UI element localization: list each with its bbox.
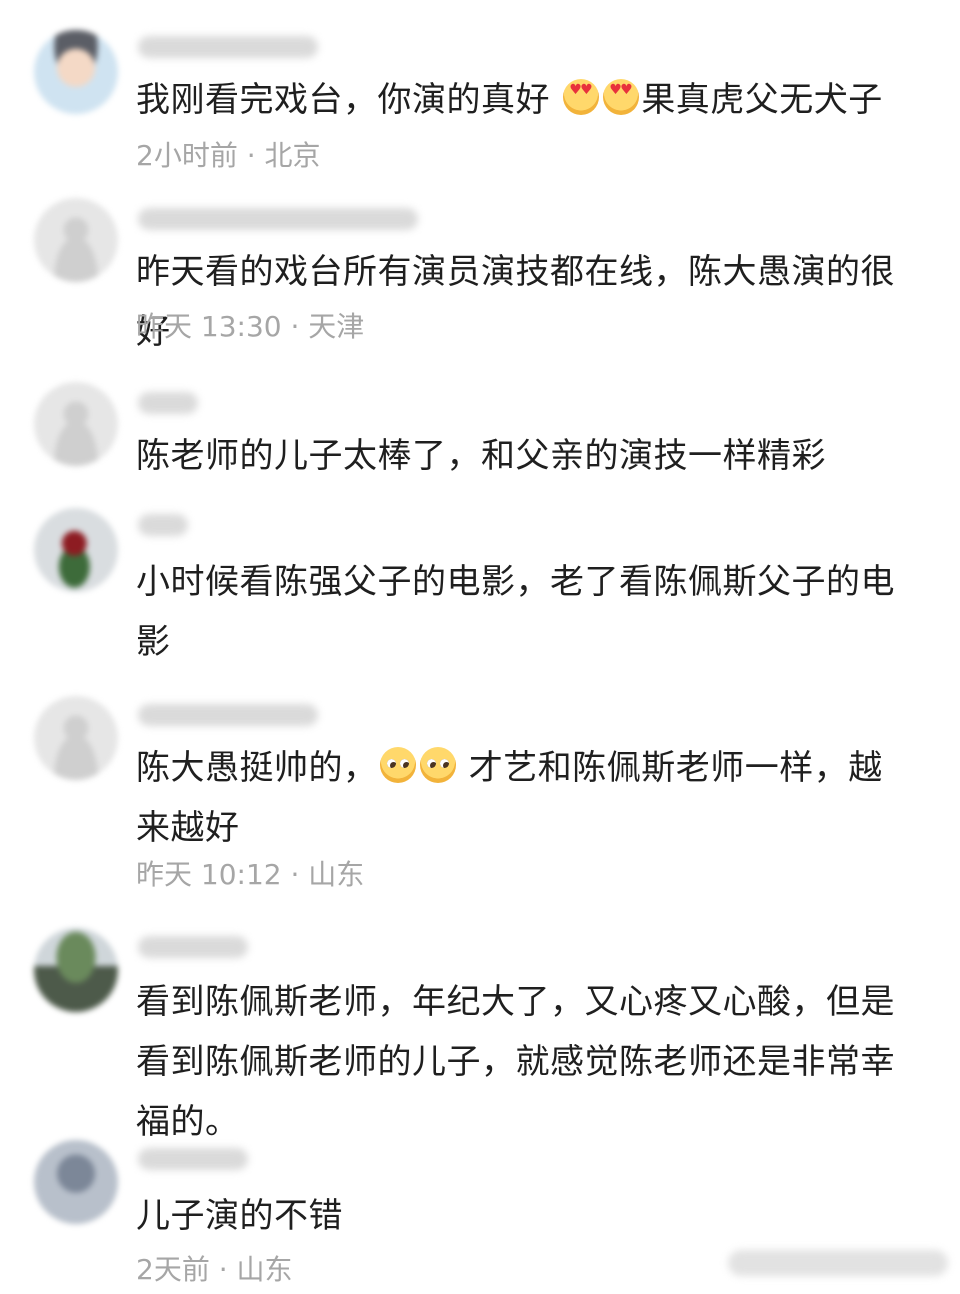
comment-text: 陈老师的儿子太棒了，和父亲的演技一样精彩 bbox=[136, 436, 826, 476]
comment-text-part: 果真虎父无犬子 bbox=[641, 80, 883, 120]
comment-meta: 昨天 13:30 · 天津 bbox=[136, 310, 365, 343]
username-blurred[interactable] bbox=[138, 936, 248, 958]
avatar[interactable] bbox=[34, 928, 118, 1012]
comment-text: 我刚看完戏台，你演的真好 果真虎父无犬子 bbox=[136, 70, 916, 130]
pleading-face-emoji-icon bbox=[419, 747, 456, 783]
username-blurred[interactable] bbox=[138, 1148, 248, 1170]
username-blurred[interactable] bbox=[138, 392, 198, 414]
comment-text: 看到陈佩斯老师，年纪大了，又心疼又心酸，但是看到陈佩斯老师的儿子，就感觉陈老师还… bbox=[136, 982, 895, 1142]
username-blurred[interactable] bbox=[138, 514, 188, 536]
heart-eyes-emoji-icon bbox=[603, 79, 640, 115]
comment-meta: 昨天 10:12 · 山东 bbox=[136, 858, 365, 891]
comment-text-part: 陈大愚挺帅的， bbox=[136, 748, 378, 788]
username-blurred[interactable] bbox=[138, 36, 318, 58]
comment-meta: 2小时前 · 北京 bbox=[136, 139, 321, 172]
heart-eyes-emoji-icon bbox=[563, 79, 600, 115]
watermark-blurred bbox=[728, 1250, 948, 1276]
comment-text: 小时候看陈强父子的电影，老了看陈佩斯父子的电影 bbox=[136, 562, 895, 662]
comment-text-part: 我刚看完戏台，你演的真好 bbox=[136, 80, 562, 120]
comment-meta: 2天前 · 山东 bbox=[136, 1253, 293, 1286]
avatar[interactable] bbox=[34, 382, 118, 466]
comment-text: 陈大愚挺帅的， 才艺和陈佩斯老师一样，越来越好 bbox=[136, 738, 916, 858]
avatar[interactable] bbox=[34, 696, 118, 780]
username-blurred[interactable] bbox=[138, 208, 418, 230]
avatar[interactable] bbox=[34, 30, 118, 114]
avatar[interactable] bbox=[34, 1140, 118, 1224]
pleading-face-emoji-icon bbox=[379, 747, 416, 783]
avatar[interactable] bbox=[34, 508, 118, 592]
comment-text: 儿子演的不错 bbox=[136, 1196, 343, 1236]
avatar[interactable] bbox=[34, 198, 118, 282]
username-blurred[interactable] bbox=[138, 704, 318, 726]
